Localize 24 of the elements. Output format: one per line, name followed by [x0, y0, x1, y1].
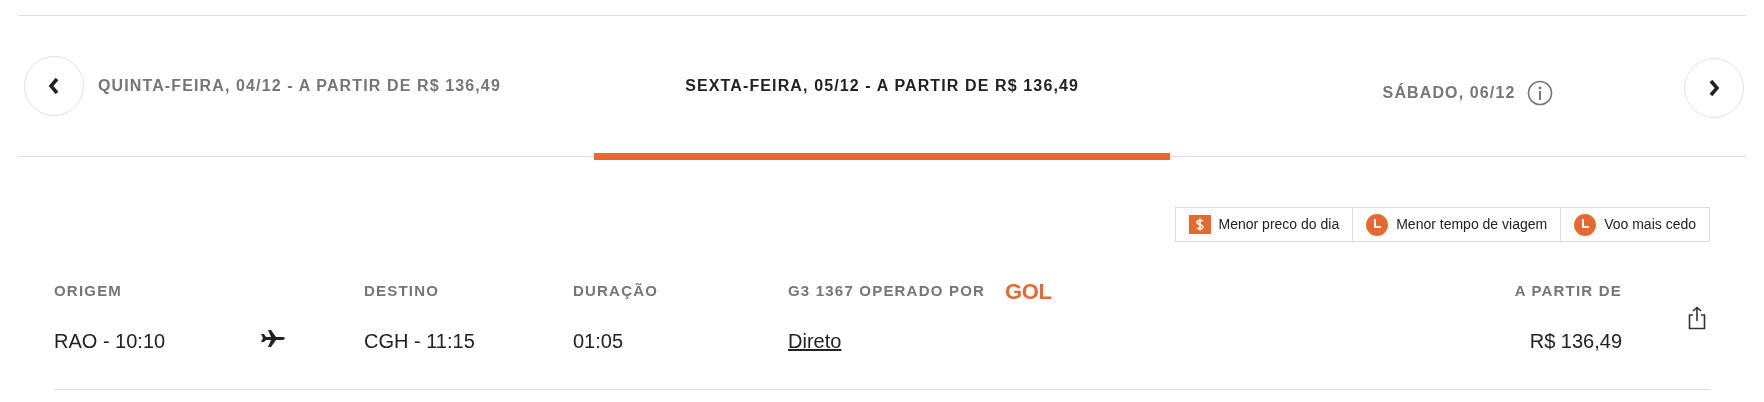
flight-tag: Menor preco do dia [1175, 208, 1353, 241]
column-header: G3 1367 OPERADO POR [788, 280, 986, 301]
column-header: ORIGEM [54, 280, 123, 301]
chevron-right-icon [1708, 79, 1720, 97]
flight-tag: Voo mais cedo [1560, 208, 1709, 241]
clock-icon [1366, 213, 1389, 236]
chevron-left-icon [48, 77, 60, 95]
duration-value: 01:05 [573, 329, 624, 354]
date-tab[interactable]: QUINTA-FEIRA, 04/12 - A PARTIR DE R$ 136,49 [98, 74, 501, 98]
price-value: R$ 136,49 [1529, 329, 1622, 354]
airplane-icon [260, 328, 288, 348]
clock-icon [1574, 213, 1597, 236]
date-tab[interactable]: SEXTA-FEIRA, 05/12 - A PARTIR DE R$ 136,49 [685, 74, 1079, 98]
flight-tag: Menor tempo de viagem [1352, 208, 1561, 241]
date-tab[interactable]: SÁBADO, 06/12 [1382, 80, 1554, 106]
column-header: A PARTIR DE [1514, 280, 1622, 301]
origin-time: RAO - 10:10 [54, 329, 166, 354]
dollar-icon [1188, 215, 1211, 234]
share-icon[interactable] [1688, 306, 1706, 330]
stops-link[interactable]: Direto [788, 326, 842, 356]
column-header: DURAÇÃO [573, 280, 659, 301]
column-header: DESTINO [364, 280, 440, 301]
airline-logo: GOL [1005, 277, 1052, 306]
destination-time: CGH - 11:15 [364, 329, 475, 354]
